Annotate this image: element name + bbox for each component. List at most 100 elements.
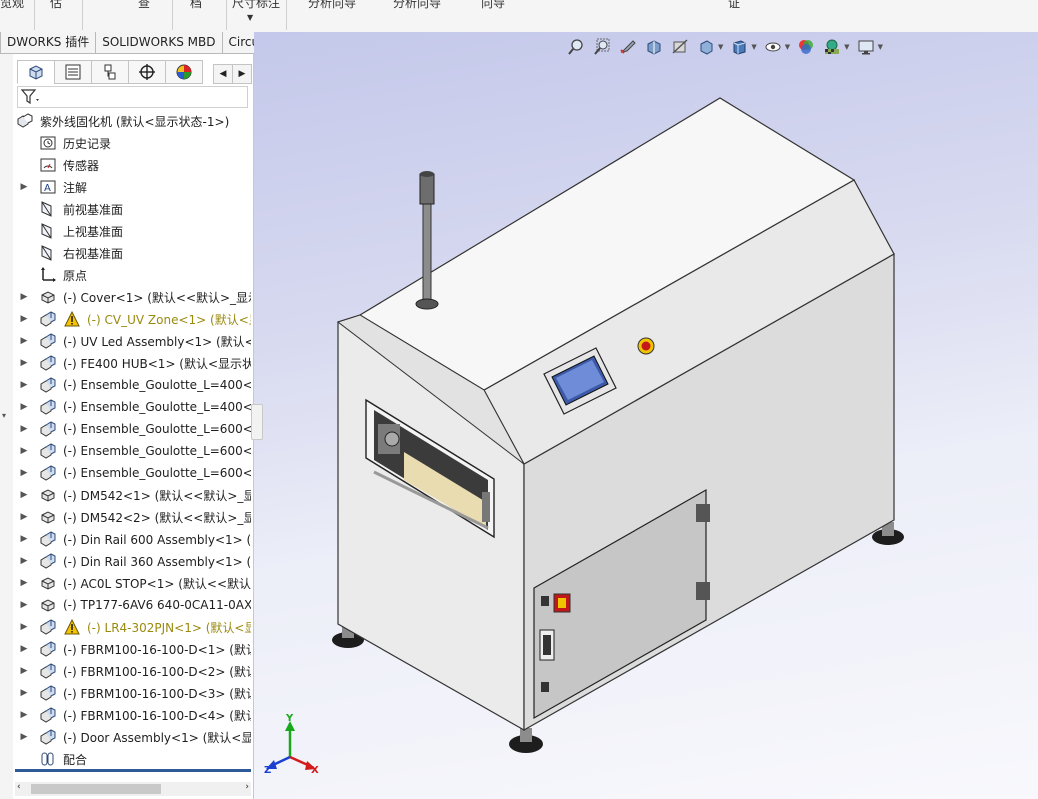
tree-item-label: (-) LR4-302PJN<1> (默认<显 [87, 620, 251, 635]
tree-item-label: (-) Ensemble_Goulotte_L=600<3 [63, 466, 251, 480]
tree-item-label: 原点 [63, 268, 88, 283]
tab-solidworks-mbd[interactable]: SOLIDWORKS MBD [95, 32, 223, 54]
tree-item[interactable]: 右视基准面 [14, 242, 251, 264]
expand-arrow-icon[interactable]: ▶ [19, 578, 29, 588]
expand-arrow-icon[interactable]: ▶ [19, 336, 29, 346]
tab-solidworks-addins[interactable]: DWORKS 插件 [0, 32, 97, 54]
plane-icon [39, 222, 57, 240]
tree-root[interactable]: 紫外线固化机 (默认<显示状态-1>) [14, 110, 251, 132]
expand-arrow-icon[interactable]: ▶ [19, 534, 29, 544]
scroll-right-icon[interactable]: › [245, 782, 249, 792]
display-manager-tab[interactable] [165, 60, 203, 84]
ribbon-item-check[interactable]: 查 [138, 0, 150, 9]
tree-item[interactable]: ▶ (-) Ensemble_Goulotte_L=600<1 [14, 418, 251, 440]
assembly-icon [39, 420, 57, 438]
tree-item[interactable]: 历史记录 [14, 132, 251, 154]
property-manager-tab[interactable] [54, 60, 92, 84]
expand-arrow-icon[interactable]: ▶ [19, 732, 29, 742]
tree-item[interactable]: ▶ (-) FBRM100-16-100-D<1> (默认 [14, 638, 251, 660]
expand-arrow-icon[interactable]: ▶ [19, 182, 29, 192]
expand-arrow-icon[interactable]: ▶ [19, 710, 29, 720]
feature-manager-tab[interactable] [17, 60, 55, 84]
assembly-icon [39, 706, 57, 724]
tree-item[interactable]: ▶ (-) AC0L STOP<1> (默认<<默认>_ [14, 572, 251, 594]
expand-arrow-icon[interactable]: ▶ [19, 688, 29, 698]
expand-arrow-icon[interactable]: ▶ [19, 600, 29, 610]
tree-item[interactable]: ▶ (-) Cover<1> (默认<<默认>_显示 [14, 286, 251, 308]
horizontal-scrollbar[interactable]: ‹ › [15, 782, 251, 796]
tree-item[interactable]: 配合 [14, 748, 251, 770]
tree-item[interactable]: ▶ (-) Din Rail 600 Assembly<1> (默 [14, 528, 251, 550]
scroll-left-icon[interactable]: ◀ [213, 64, 233, 84]
ribbon-item-evaluate[interactable]: 估 [50, 0, 62, 9]
tree-item-label: (-) Din Rail 600 Assembly<1> (默 [63, 532, 251, 547]
ribbon-separator [34, 0, 35, 30]
expand-arrow-icon[interactable]: ▶ [19, 358, 29, 368]
property-list-icon [65, 64, 81, 80]
expand-arrow-icon[interactable]: ▶ [19, 490, 29, 500]
origin-icon [39, 266, 57, 284]
scroll-right-icon[interactable]: ▶ [232, 64, 252, 84]
expand-arrow-icon[interactable]: ▶ [19, 402, 29, 412]
tree-item[interactable]: ▶ (-) FBRM100-16-100-D<3> (默认 [14, 682, 251, 704]
tree-item[interactable]: ▶ (-) DM542<2> (默认<<默认>_显示 [14, 506, 251, 528]
tree-item[interactable]: ▶ (-) FBRM100-16-100-D<2> (默认 [14, 660, 251, 682]
tree-item-label: (-) DM542<1> (默认<<默认>_显示 [63, 488, 251, 503]
tree-item[interactable]: ▶ (-) FBRM100-16-100-D<4> (默认 [14, 704, 251, 726]
tree-item[interactable]: ▶ (-) UV Led Assembly<1> (默认<显 [14, 330, 251, 352]
tree-item[interactable]: 前视基准面 [14, 198, 251, 220]
tree-item[interactable]: ▶ (-) Ensemble_Goulotte_L=400<1 [14, 374, 251, 396]
ribbon-item-analysis-wizard-2[interactable]: 分析向导 [393, 0, 441, 10]
graphics-viewport[interactable]: ▼ ▼ ▼ ▼ ▼ Y X Z [254, 32, 1038, 799]
expand-arrow-icon[interactable]: ▶ [19, 556, 29, 566]
expand-arrow-icon[interactable]: ▶ [19, 666, 29, 676]
scroll-left-icon[interactable]: ‹ [17, 782, 21, 792]
tree-item[interactable]: ▶ (-) TP177-6AV6 640-0CA11-0AX1 [14, 594, 251, 616]
axis-y-label: Y [286, 713, 294, 724]
ribbon-item-analysis-wizard[interactable]: 分析向导 [308, 0, 356, 9]
scrollbar-thumb[interactable] [31, 784, 161, 794]
tree-item[interactable]: ▶ (-) Din Rail 360 Assembly<1> (默 [14, 550, 251, 572]
tree-item[interactable]: 原点 [14, 264, 251, 286]
ribbon-item-wizard[interactable]: 向导 [481, 0, 505, 9]
expand-arrow-icon[interactable]: ▶ [19, 512, 29, 522]
expand-arrow-icon[interactable]: ▶ [19, 314, 29, 324]
tree-item[interactable]: ▶ (-) CV_UV Zone<1> (默认<显 [14, 308, 251, 330]
part-icon [39, 574, 57, 592]
tree-item[interactable]: ▶ (-) Ensemble_Goulotte_L=600<2 [14, 440, 251, 462]
expand-arrow-icon[interactable]: ▶ [19, 644, 29, 654]
tree-item-label: (-) DM542<2> (默认<<默认>_显示 [63, 510, 251, 525]
part-icon [39, 508, 57, 526]
tree-item[interactable]: ▶ (-) Door Assembly<1> (默认<显示 [14, 726, 251, 748]
tree-filter-field[interactable] [17, 86, 248, 108]
configuration-manager-tab[interactable] [91, 60, 129, 84]
expand-arrow-icon[interactable]: ▶ [19, 622, 29, 632]
ribbon-item-document[interactable]: 档 [190, 0, 202, 9]
expand-arrow-icon[interactable]: ▶ [19, 380, 29, 390]
ribbon-item-dimension[interactable]: 尺寸标注 [232, 0, 280, 9]
expand-arrow-icon[interactable]: ▶ [19, 424, 29, 434]
feature-tree: 紫外线固化机 (默认<显示状态-1>) 历史记录传感器 ▶ A 注解 前视基准面 上视基准… [14, 110, 251, 770]
tree-item-label: 传感器 [63, 158, 100, 173]
ribbon-dropdown-icon[interactable]: ▼ [247, 12, 253, 24]
ribbon-item-view[interactable]: 览观 [0, 0, 24, 9]
panel-resize-grip[interactable] [251, 404, 263, 440]
ribbon-item-verify[interactable]: 证 [728, 0, 740, 9]
tree-item[interactable]: ▶ A 注解 [14, 176, 251, 198]
tree-item-label: (-) Door Assembly<1> (默认<显示 [63, 730, 251, 745]
collapse-arrow-icon[interactable]: ▾ [2, 411, 6, 420]
tree-item[interactable]: 传感器 [14, 154, 251, 176]
tree-item[interactable]: 上视基准面 [14, 220, 251, 242]
tree-item[interactable]: ▶ (-) Ensemble_Goulotte_L=600<3 [14, 462, 251, 484]
expand-arrow-icon[interactable]: ▶ [19, 292, 29, 302]
tree-item[interactable]: ▶ (-) LR4-302PJN<1> (默认<显 [14, 616, 251, 638]
warning-icon [64, 618, 80, 635]
uv-curing-machine-model[interactable] [254, 32, 1038, 799]
tree-item[interactable]: ▶ (-) FE400 HUB<1> (默认<显示状态 [14, 352, 251, 374]
tree-item[interactable]: ▶ (-) DM542<1> (默认<<默认>_显示 [14, 484, 251, 506]
expand-arrow-icon[interactable]: ▶ [19, 446, 29, 456]
tree-item[interactable]: ▶ (-) Ensemble_Goulotte_L=400<2 [14, 396, 251, 418]
dimxpert-tab[interactable] [128, 60, 166, 84]
filter-icon[interactable] [21, 88, 41, 106]
expand-arrow-icon[interactable]: ▶ [19, 468, 29, 478]
